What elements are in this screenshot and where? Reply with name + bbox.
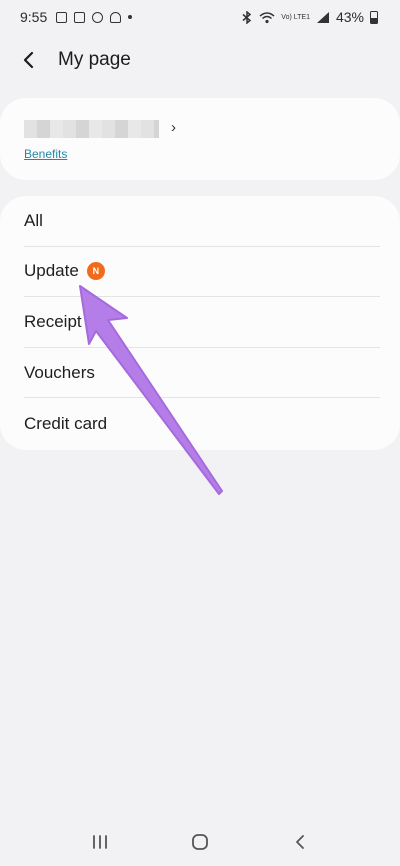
navigation-bar [0, 818, 400, 866]
screenshot-icon [74, 11, 86, 23]
blurred-account-name [24, 120, 159, 138]
battery-percent: 43% [335, 9, 364, 25]
page-title: My page [58, 49, 131, 70]
back-button[interactable] [0, 40, 58, 80]
message-icon [56, 11, 68, 23]
menu-item-label: All [24, 210, 43, 230]
app-notification-icon [92, 11, 104, 23]
home-icon [192, 834, 208, 850]
weather-icon [110, 11, 122, 23]
home-button[interactable] [180, 822, 220, 862]
status-bar: 9:55 Vo) LTE1 43% [0, 0, 400, 34]
bluetooth-icon [242, 10, 252, 24]
chevron-right-icon: › [171, 119, 176, 136]
status-time: 9:55 [20, 9, 48, 25]
menu-item-vouchers[interactable]: Vouchers [24, 348, 380, 399]
menu-item-receipt[interactable]: Receipt [24, 297, 380, 348]
wifi-icon [259, 11, 275, 23]
chevron-left-icon [23, 51, 34, 69]
menu-item-update[interactable]: Update N [24, 247, 380, 298]
header: My page [0, 40, 400, 80]
account-card[interactable]: › [0, 98, 400, 180]
menu-item-all[interactable]: All [24, 196, 380, 247]
battery-icon [370, 10, 378, 24]
menu-item-label: Vouchers [24, 362, 95, 382]
menu-item-label: Update [24, 261, 79, 281]
more-notifications-icon [128, 15, 133, 19]
volte-label: Vo) LTE1 [281, 13, 310, 21]
menu-card: All Update N Receipt Vouchers Credit car… [0, 196, 400, 450]
benefits-link[interactable]: Benefits [24, 147, 67, 161]
new-badge: N [86, 262, 105, 281]
recent-apps-icon [93, 835, 107, 849]
recent-apps-button[interactable] [80, 822, 120, 862]
menu-item-credit-card[interactable]: Credit card [24, 398, 380, 449]
menu-item-label: Receipt [24, 311, 82, 331]
system-back-button[interactable] [280, 822, 320, 862]
back-icon [296, 835, 304, 849]
signal-icon [316, 11, 329, 23]
menu-item-label: Credit card [24, 413, 108, 433]
